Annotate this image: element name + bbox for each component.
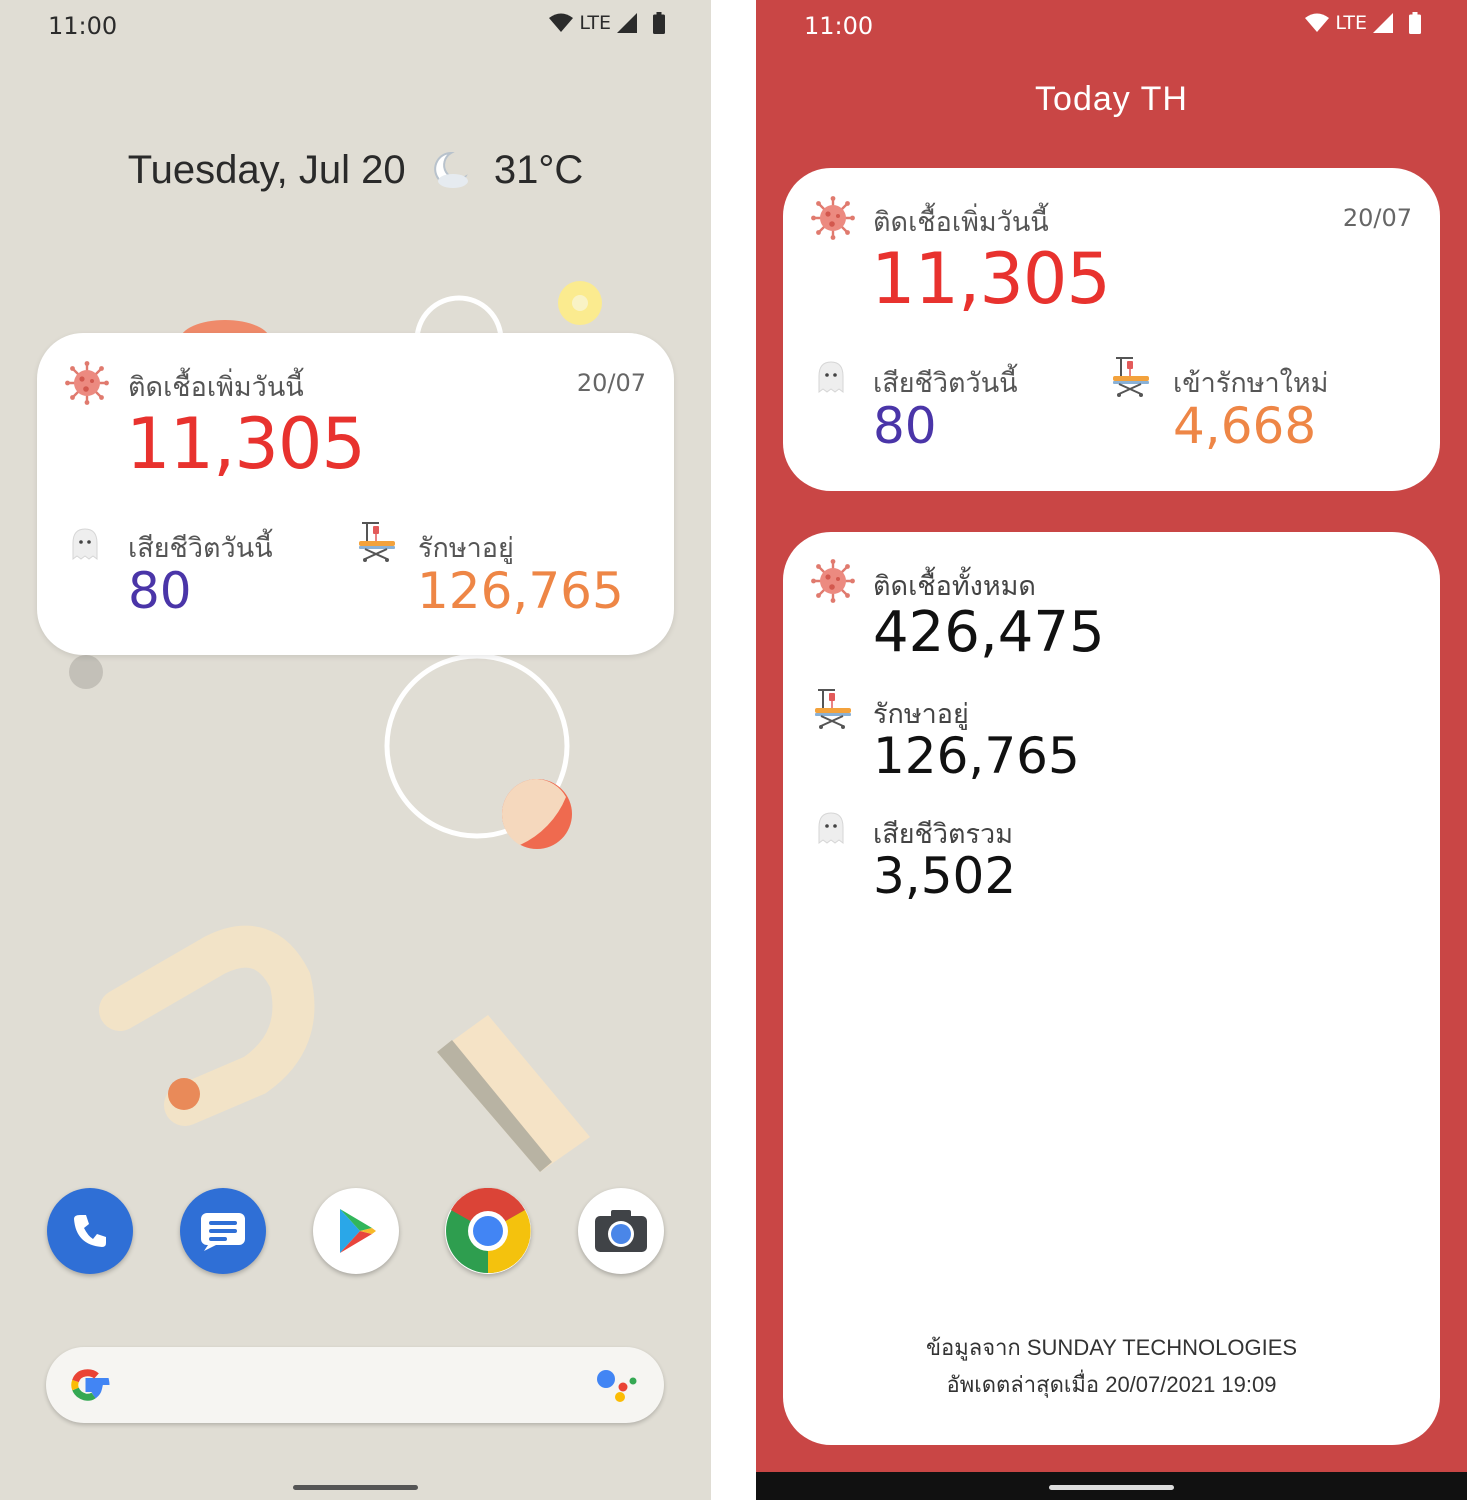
status-icons: LTE	[1305, 12, 1421, 34]
google-logo-icon	[71, 1369, 110, 1401]
total-deaths-value: 3,502	[873, 847, 1017, 905]
deaths-value: 80	[128, 562, 192, 620]
hospitalized-value: 126,765	[873, 727, 1080, 785]
widget-date: 20/07	[576, 369, 646, 397]
app-dock	[0, 1188, 711, 1276]
ghost-icon	[809, 356, 853, 400]
new-cases-label: ติดเชื้อเพิ่มวันนี้	[128, 372, 304, 403]
covid-widget[interactable]: ติดเชื้อเพิ่มวันนี้ 20/07 11,305 เสียชีว…	[37, 333, 674, 655]
status-bar: 11:00 LTE	[756, 0, 1467, 52]
play-store-app-icon[interactable]	[313, 1188, 399, 1274]
stretcher-icon	[355, 519, 399, 563]
virus-icon	[65, 361, 109, 405]
source-credit: ข้อมูลจาก SUNDAY TECHNOLOGIES	[925, 1335, 1298, 1360]
hospitalized-value: 126,765	[417, 562, 624, 620]
navigation-bar	[756, 1472, 1467, 1500]
camera-icon	[595, 1210, 647, 1252]
virus-icon	[811, 196, 855, 240]
home-screen: 11:00 LTE Tuesday, Jul 20 31°C ติดเชื้อเ…	[0, 0, 711, 1500]
data-source-footer: ข้อมูลจาก SUNDAY TECHNOLOGIES อัพเดตล่าส…	[783, 1329, 1440, 1403]
card-date: 20/07	[1342, 204, 1412, 232]
phone-icon	[74, 1215, 106, 1247]
network-type: LTE	[1335, 12, 1367, 34]
phone-app-icon[interactable]	[47, 1188, 133, 1274]
new-hospitalized-value: 4,668	[1173, 397, 1317, 455]
total-cases-value: 426,475	[873, 600, 1105, 665]
today-th-app: 11:00 LTE Today TH ติดเชื้อเพิ่มวันนี้ 2…	[756, 0, 1467, 1500]
stretcher-icon	[1109, 354, 1153, 398]
app-title: Today TH	[1035, 80, 1188, 118]
ghost-icon	[809, 807, 853, 851]
gesture-handle[interactable]	[1049, 1485, 1174, 1490]
messages-app-icon[interactable]	[180, 1188, 266, 1274]
battery-icon	[1409, 12, 1421, 34]
status-time: 11:00	[804, 12, 874, 40]
play-store-icon	[340, 1209, 376, 1253]
stretcher-icon	[811, 686, 855, 730]
messages-icon	[201, 1213, 245, 1251]
camera-app-icon[interactable]	[578, 1188, 664, 1274]
totals-card: ติดเชื้อทั้งหมด 426,475 รักษาอยู่ 126,76…	[783, 532, 1440, 1445]
wifi-icon	[1305, 13, 1329, 33]
today-card: ติดเชื้อเพิ่มวันนี้ 20/07 11,305 เสียชีว…	[783, 168, 1440, 491]
last-updated: อัพเดตล่าสุดเมื่อ 20/07/2021 19:09	[946, 1372, 1277, 1397]
chrome-app-icon[interactable]	[445, 1188, 531, 1274]
ghost-icon	[63, 523, 107, 567]
signal-icon	[1373, 13, 1393, 33]
gesture-handle[interactable]	[293, 1485, 418, 1490]
new-cases-value: 11,305	[871, 238, 1111, 320]
google-search-bar[interactable]	[46, 1347, 664, 1423]
chrome-icon	[446, 1188, 531, 1274]
deaths-value: 80	[873, 397, 937, 455]
new-cases-value: 11,305	[126, 403, 366, 485]
virus-icon	[811, 559, 855, 603]
assistant-icon[interactable]	[596, 1367, 640, 1403]
new-cases-label: ติดเชื้อเพิ่มวันนี้	[873, 207, 1049, 238]
